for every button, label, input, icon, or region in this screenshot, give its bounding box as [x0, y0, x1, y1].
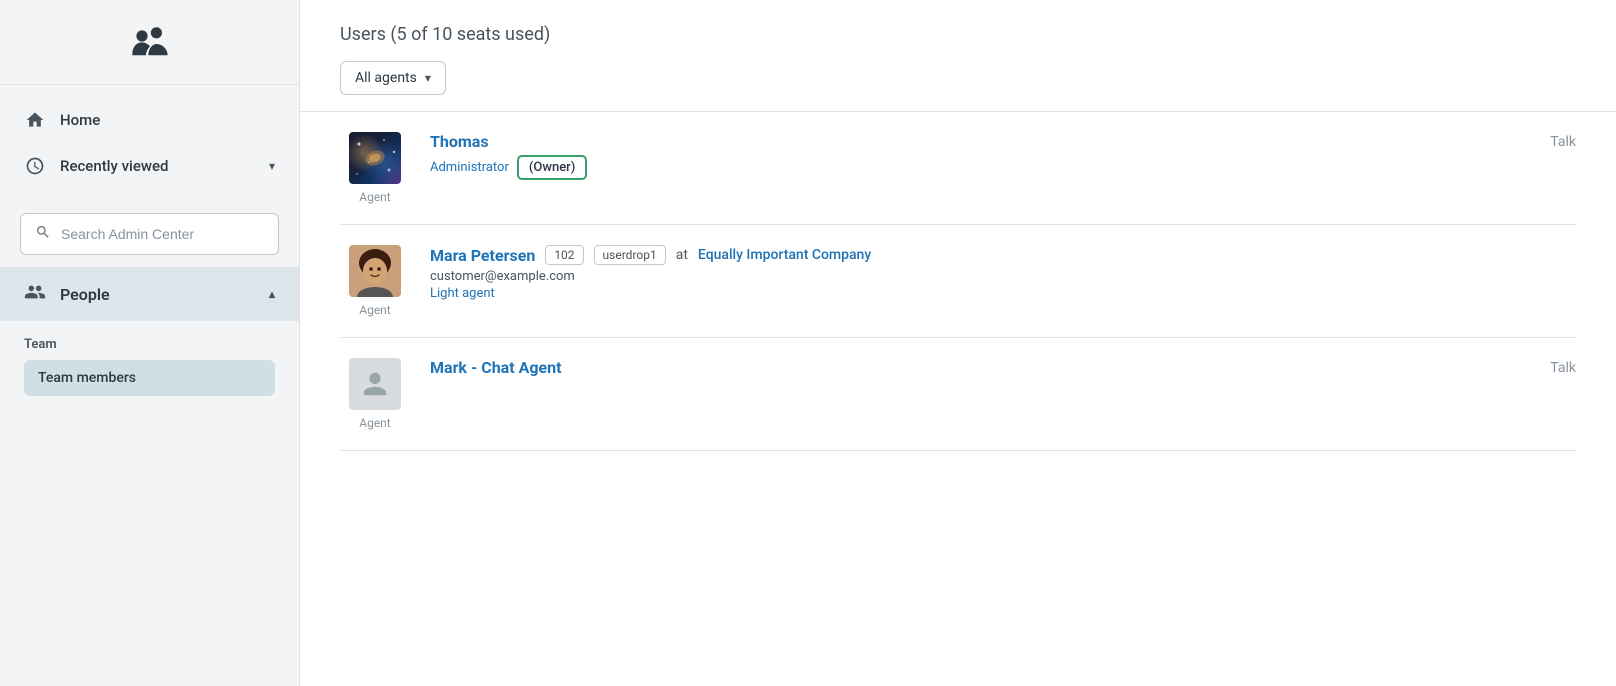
home-label: Home: [60, 111, 100, 129]
sidebar: Home Recently viewed ▾: [0, 0, 300, 686]
mara-email: customer@example.com: [430, 269, 1576, 284]
thomas-name[interactable]: Thomas: [430, 132, 489, 151]
search-box[interactable]: [20, 213, 279, 255]
mara-badge-102: 102: [545, 245, 583, 265]
filter-dropdown-chevron: ▾: [425, 71, 431, 85]
mara-avatar-wrap: Agent: [340, 245, 410, 317]
zendesk-logo-icon: [126, 20, 174, 68]
recently-viewed-label: Recently viewed: [60, 157, 169, 175]
table-row: Agent Thomas Administrator (Owner) Talk: [340, 112, 1576, 225]
mara-company[interactable]: Equally Important Company: [698, 247, 871, 263]
people-label: People: [60, 285, 110, 304]
sidebar-item-team-members[interactable]: Team members: [24, 360, 275, 396]
team-members-label: Team members: [38, 370, 136, 386]
mark-avatar-wrap: Agent: [340, 358, 410, 430]
mark-avatar: [349, 358, 401, 410]
thomas-info: Thomas Administrator (Owner): [430, 132, 1496, 180]
people-chevron: ▴: [269, 287, 275, 301]
search-container: [0, 201, 299, 267]
sidebar-item-recently-viewed[interactable]: Recently viewed ▾: [0, 143, 299, 189]
thomas-role: Administrator: [430, 160, 509, 175]
thomas-product: Talk: [1516, 132, 1576, 150]
recently-viewed-chevron: ▾: [269, 159, 275, 173]
mara-user-type: Light agent: [430, 286, 1576, 301]
search-input[interactable]: [61, 226, 264, 242]
thomas-agent-label: Agent: [359, 190, 390, 204]
mark-info: Mark - Chat Agent: [430, 358, 1496, 381]
filter-dropdown-label: All agents: [355, 70, 417, 86]
sidebar-nav: Home Recently viewed ▾: [0, 85, 299, 201]
home-icon: [24, 109, 46, 131]
thomas-avatar: [349, 132, 401, 184]
users-list: Agent Thomas Administrator (Owner) Talk: [300, 112, 1616, 451]
mark-agent-label: Agent: [359, 416, 390, 430]
person-placeholder-icon: [361, 370, 389, 398]
all-agents-dropdown[interactable]: All agents ▾: [340, 61, 446, 95]
team-section-label: Team: [24, 337, 275, 352]
sidebar-item-people[interactable]: People ▴: [0, 267, 299, 321]
table-row: Agent Mark - Chat Agent Talk: [340, 338, 1576, 451]
page-title: Users (5 of 10 seats used): [340, 24, 1576, 45]
mark-name[interactable]: Mark - Chat Agent: [430, 358, 562, 377]
mara-badge-userdrop1: userdrop1: [594, 245, 666, 265]
clock-icon: [24, 155, 46, 177]
table-row: Agent Mara Petersen 102 userdrop1 at Equ…: [340, 225, 1576, 338]
mara-agent-label: Agent: [359, 303, 390, 317]
main-header: Users (5 of 10 seats used) All agents ▾: [300, 0, 1616, 112]
mara-at-text: at: [676, 247, 688, 263]
team-section: Team Team members: [0, 321, 299, 404]
mark-product: Talk: [1516, 358, 1576, 376]
sidebar-item-home[interactable]: Home: [0, 97, 299, 143]
search-icon: [35, 224, 51, 244]
thomas-avatar-wrap: Agent: [340, 132, 410, 204]
mara-avatar: [349, 245, 401, 297]
people-icon: [24, 281, 46, 307]
mara-name[interactable]: Mara Petersen: [430, 246, 535, 265]
logo-container: [0, 0, 299, 85]
thomas-owner-badge: (Owner): [517, 155, 587, 180]
main-content: Users (5 of 10 seats used) All agents ▾: [300, 0, 1616, 686]
mara-info: Mara Petersen 102 userdrop1 at Equally I…: [430, 245, 1576, 301]
